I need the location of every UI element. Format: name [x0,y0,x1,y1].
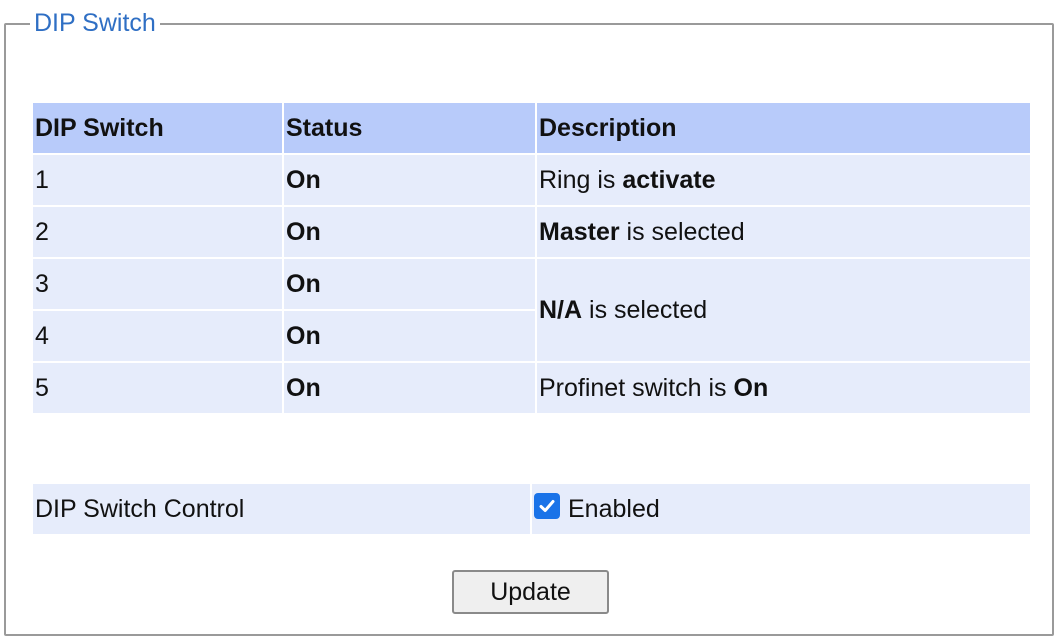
dip-number: 4 [33,311,282,361]
dip-switch-control-label: DIP Switch Control [33,484,530,534]
enabled-checkbox-wrapper[interactable]: Enabled [532,484,1030,534]
description-emphasis: Master [539,217,620,246]
table-row: 5 On Profinet switch is On [33,363,1030,413]
table-row: 1 On Ring is activate [33,155,1030,205]
dip-number: 2 [33,207,282,257]
dip-description: N/A is selected [535,259,1030,361]
checkmark-icon [539,500,555,512]
description-text: Profinet switch is [539,373,734,402]
dip-number: 1 [33,155,282,205]
table-header-row: DIP Switch Status Description [33,103,1030,153]
dip-status: On [282,207,535,257]
description-emphasis: N/A [539,295,583,324]
dip-status: On [282,259,535,309]
dip-status: On [282,363,535,413]
dip-number: 3 [33,259,282,309]
dip-switch-table: DIP Switch Status Description 1 On Ring … [33,101,1030,415]
table-row: 2 On Master is selected [33,207,1030,257]
dip-description: Master is selected [535,207,1030,257]
description-emphasis: activate [622,165,716,194]
dip-description: Ring is activate [535,155,1030,205]
description-text: is selected [582,295,708,324]
column-header-dip-switch: DIP Switch [33,103,282,153]
dip-status: On [282,155,535,205]
column-header-description: Description [535,103,1030,153]
panel-legend: DIP Switch [30,7,160,39]
table-row: 3 On N/A is selected [33,259,1030,361]
dip-description: Profinet switch is On [535,363,1030,413]
dip-number: 5 [33,363,282,413]
dip-status: On [282,311,535,361]
column-header-status: Status [282,103,535,153]
description-emphasis: On [733,373,769,402]
description-text: is selected [619,217,745,246]
enabled-checkbox[interactable] [534,493,560,519]
description-text: Ring is [539,165,623,194]
dip-switch-control-row: DIP Switch Control Enabled [33,484,1030,534]
enabled-checkbox-label[interactable]: Enabled [568,495,660,524]
update-button[interactable]: Update [452,570,609,614]
